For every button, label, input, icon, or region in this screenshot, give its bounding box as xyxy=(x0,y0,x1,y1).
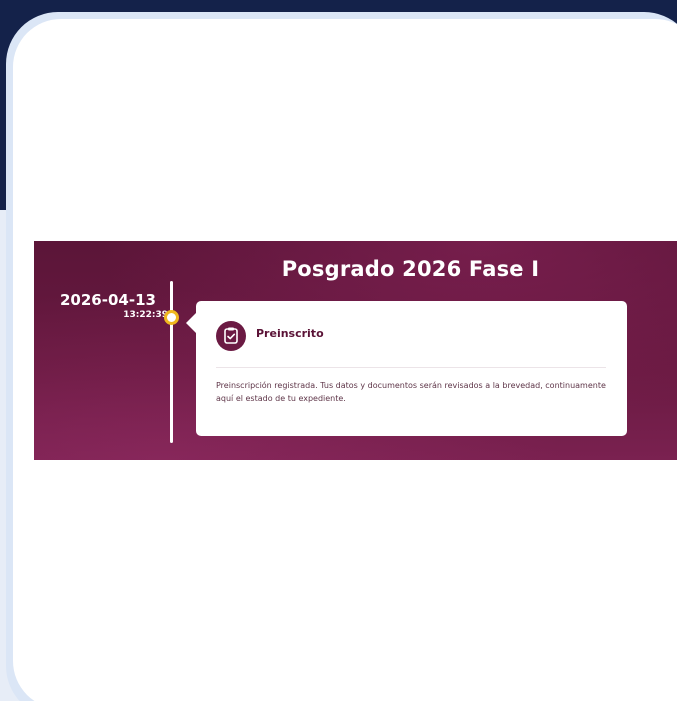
timeline-date: 2026-04-13 xyxy=(60,291,156,309)
timeline-line xyxy=(170,281,173,443)
clipboard-check-icon xyxy=(216,321,246,351)
status-description: Preinscripción registrada. Tus datos y d… xyxy=(216,381,606,403)
banner-title: Posgrado 2026 Fase I xyxy=(281,257,540,281)
divider xyxy=(216,367,606,368)
timeline-event-card: Preinscrito Preinscripción registrada. T… xyxy=(186,301,627,436)
timeline-dot xyxy=(164,310,179,325)
status-banner: Posgrado 2026 Fase I 2026-04-13 13:22:39… xyxy=(34,241,677,460)
timeline-time: 13:22:39 xyxy=(123,310,168,320)
status-label: Preinscrito xyxy=(256,327,324,340)
